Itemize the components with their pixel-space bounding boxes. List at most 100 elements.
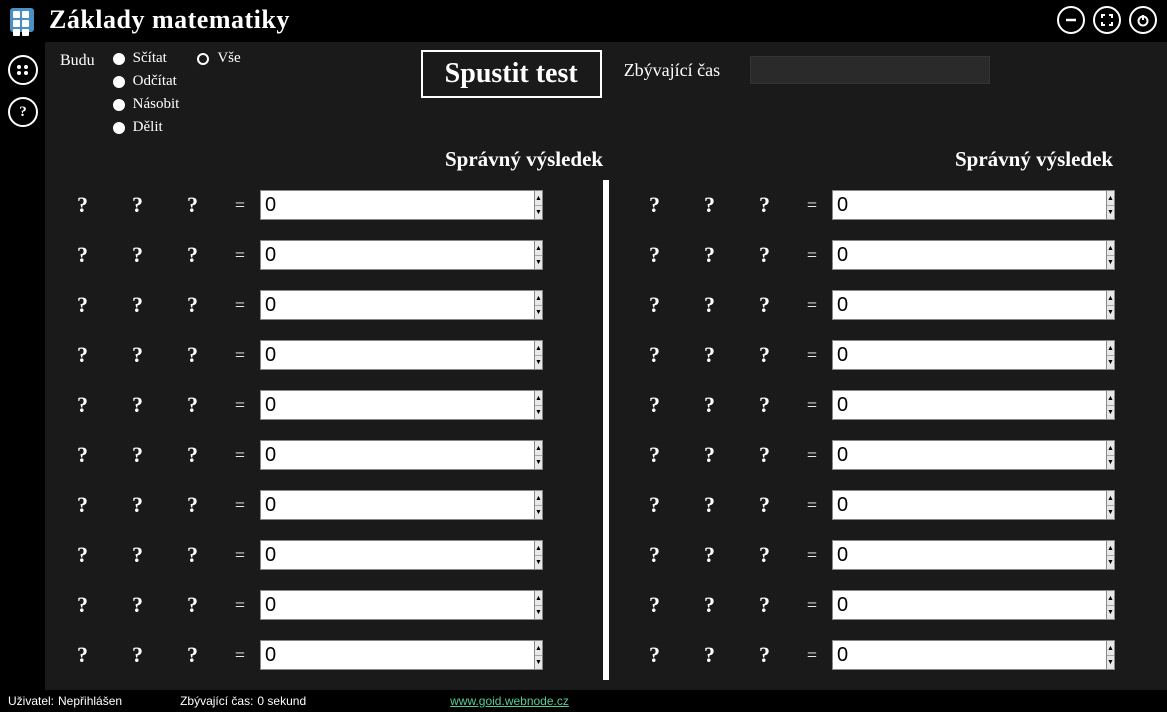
spin-up-icon[interactable]: ▲	[535, 441, 542, 456]
spin-up-icon[interactable]: ▲	[1107, 291, 1114, 306]
radio-násobit[interactable]: Násobit	[113, 96, 180, 113]
correct-result: ?	[395, 242, 455, 268]
operand-b: ?	[165, 192, 220, 218]
answer-spinner[interactable]: ▲▼	[832, 540, 947, 570]
spin-up-icon[interactable]: ▲	[535, 191, 542, 206]
right-column: ???=▲▼????=▲▼????=▲▼????=▲▼????=▲▼????=▲…	[617, 180, 1167, 690]
spin-down-icon[interactable]: ▼	[1107, 456, 1114, 470]
equals-sign: =	[792, 345, 832, 366]
answer-spinner[interactable]: ▲▼	[260, 190, 375, 220]
spin-down-icon[interactable]: ▼	[1107, 406, 1114, 420]
answer-spinner[interactable]: ▲▼	[260, 640, 375, 670]
spin-up-icon[interactable]: ▲	[1107, 241, 1114, 256]
operand-b: ?	[165, 542, 220, 568]
spin-up-icon[interactable]: ▲	[1107, 541, 1114, 556]
spin-up-icon[interactable]: ▲	[1107, 191, 1114, 206]
power-button[interactable]	[1129, 6, 1157, 34]
spin-down-icon[interactable]: ▼	[535, 406, 542, 420]
operator: ?	[682, 242, 737, 268]
spin-down-icon[interactable]: ▼	[535, 606, 542, 620]
radio-icon	[197, 53, 209, 65]
correct-result: ?	[967, 192, 1027, 218]
spin-up-icon[interactable]: ▲	[1107, 641, 1114, 656]
spin-up-icon[interactable]: ▲	[535, 491, 542, 506]
correct-result: ?	[395, 492, 455, 518]
help-button[interactable]: ?	[8, 97, 38, 127]
answer-spinner[interactable]: ▲▼	[832, 440, 947, 470]
budu-label: Budu	[60, 50, 95, 136]
spin-down-icon[interactable]: ▼	[535, 456, 542, 470]
answer-spinner[interactable]: ▲▼	[260, 240, 375, 270]
spin-up-icon[interactable]: ▲	[535, 541, 542, 556]
spin-down-icon[interactable]: ▼	[1107, 606, 1114, 620]
spin-down-icon[interactable]: ▼	[1107, 356, 1114, 370]
spin-down-icon[interactable]: ▼	[1107, 556, 1114, 570]
exercise-row: ???=▲▼?	[45, 380, 595, 430]
operator: ?	[682, 192, 737, 218]
radio-dělit[interactable]: Dělit	[113, 119, 180, 136]
answer-spinner[interactable]: ▲▼	[832, 340, 947, 370]
spin-down-icon[interactable]: ▼	[1107, 206, 1114, 220]
spin-up-icon[interactable]: ▲	[1107, 391, 1114, 406]
spin-up-icon[interactable]: ▲	[535, 341, 542, 356]
operand-b: ?	[737, 192, 792, 218]
radio-odčítat[interactable]: Odčítat	[113, 73, 180, 90]
user-value: Nepřihlášen	[58, 694, 122, 708]
spin-up-icon[interactable]: ▲	[1107, 491, 1114, 506]
spin-down-icon[interactable]: ▼	[535, 306, 542, 320]
radio-all[interactable]: Vše	[197, 50, 240, 67]
spin-down-icon[interactable]: ▼	[1107, 656, 1114, 670]
operand-a: ?	[627, 342, 682, 368]
spin-up-icon[interactable]: ▲	[535, 391, 542, 406]
spin-down-icon[interactable]: ▼	[1107, 306, 1114, 320]
menu-button[interactable]	[8, 55, 38, 85]
spin-up-icon[interactable]: ▲	[535, 641, 542, 656]
equals-sign: =	[220, 395, 260, 416]
spin-down-icon[interactable]: ▼	[535, 256, 542, 270]
spin-down-icon[interactable]: ▼	[1107, 256, 1114, 270]
fullscreen-button[interactable]	[1093, 6, 1121, 34]
answer-spinner[interactable]: ▲▼	[832, 240, 947, 270]
spin-down-icon[interactable]: ▼	[535, 206, 542, 220]
footer-link[interactable]: www.goid.webnode.cz	[450, 694, 569, 708]
equals-sign: =	[220, 345, 260, 366]
answer-spinner[interactable]: ▲▼	[260, 540, 375, 570]
answer-spinner[interactable]: ▲▼	[832, 290, 947, 320]
spin-up-icon[interactable]: ▲	[1107, 341, 1114, 356]
radio-sčítat[interactable]: Sčítat	[113, 50, 180, 67]
exercise-row: ???=▲▼?	[45, 630, 595, 680]
spin-up-icon[interactable]: ▲	[1107, 591, 1114, 606]
correct-result: ?	[395, 592, 455, 618]
spin-down-icon[interactable]: ▼	[535, 356, 542, 370]
answer-spinner[interactable]: ▲▼	[260, 590, 375, 620]
spin-down-icon[interactable]: ▼	[535, 656, 542, 670]
spin-down-icon[interactable]: ▼	[535, 506, 542, 520]
spin-up-icon[interactable]: ▲	[535, 591, 542, 606]
operator: ?	[110, 492, 165, 518]
spin-up-icon[interactable]: ▲	[535, 291, 542, 306]
answer-spinner[interactable]: ▲▼	[260, 290, 375, 320]
spin-up-icon[interactable]: ▲	[1107, 441, 1114, 456]
answer-spinner[interactable]: ▲▼	[832, 390, 947, 420]
operand-b: ?	[737, 292, 792, 318]
start-test-button[interactable]: Spustit test	[421, 50, 602, 98]
equals-sign: =	[792, 245, 832, 266]
answer-spinner[interactable]: ▲▼	[832, 640, 947, 670]
answer-spinner[interactable]: ▲▼	[260, 340, 375, 370]
answer-spinner[interactable]: ▲▼	[832, 590, 947, 620]
answer-spinner[interactable]: ▲▼	[260, 440, 375, 470]
spin-up-icon[interactable]: ▲	[535, 241, 542, 256]
operand-b: ?	[165, 292, 220, 318]
answer-spinner[interactable]: ▲▼	[260, 390, 375, 420]
equals-sign: =	[792, 495, 832, 516]
answer-spinner[interactable]: ▲▼	[260, 490, 375, 520]
spin-down-icon[interactable]: ▼	[1107, 506, 1114, 520]
answer-spinner[interactable]: ▲▼	[832, 490, 947, 520]
spin-down-icon[interactable]: ▼	[535, 556, 542, 570]
user-label: Uživatel:	[8, 694, 54, 708]
operand-a: ?	[55, 292, 110, 318]
exercise-row: ???=▲▼?	[617, 430, 1167, 480]
radio-icon	[113, 53, 125, 65]
answer-spinner[interactable]: ▲▼	[832, 190, 947, 220]
minimize-button[interactable]	[1057, 6, 1085, 34]
